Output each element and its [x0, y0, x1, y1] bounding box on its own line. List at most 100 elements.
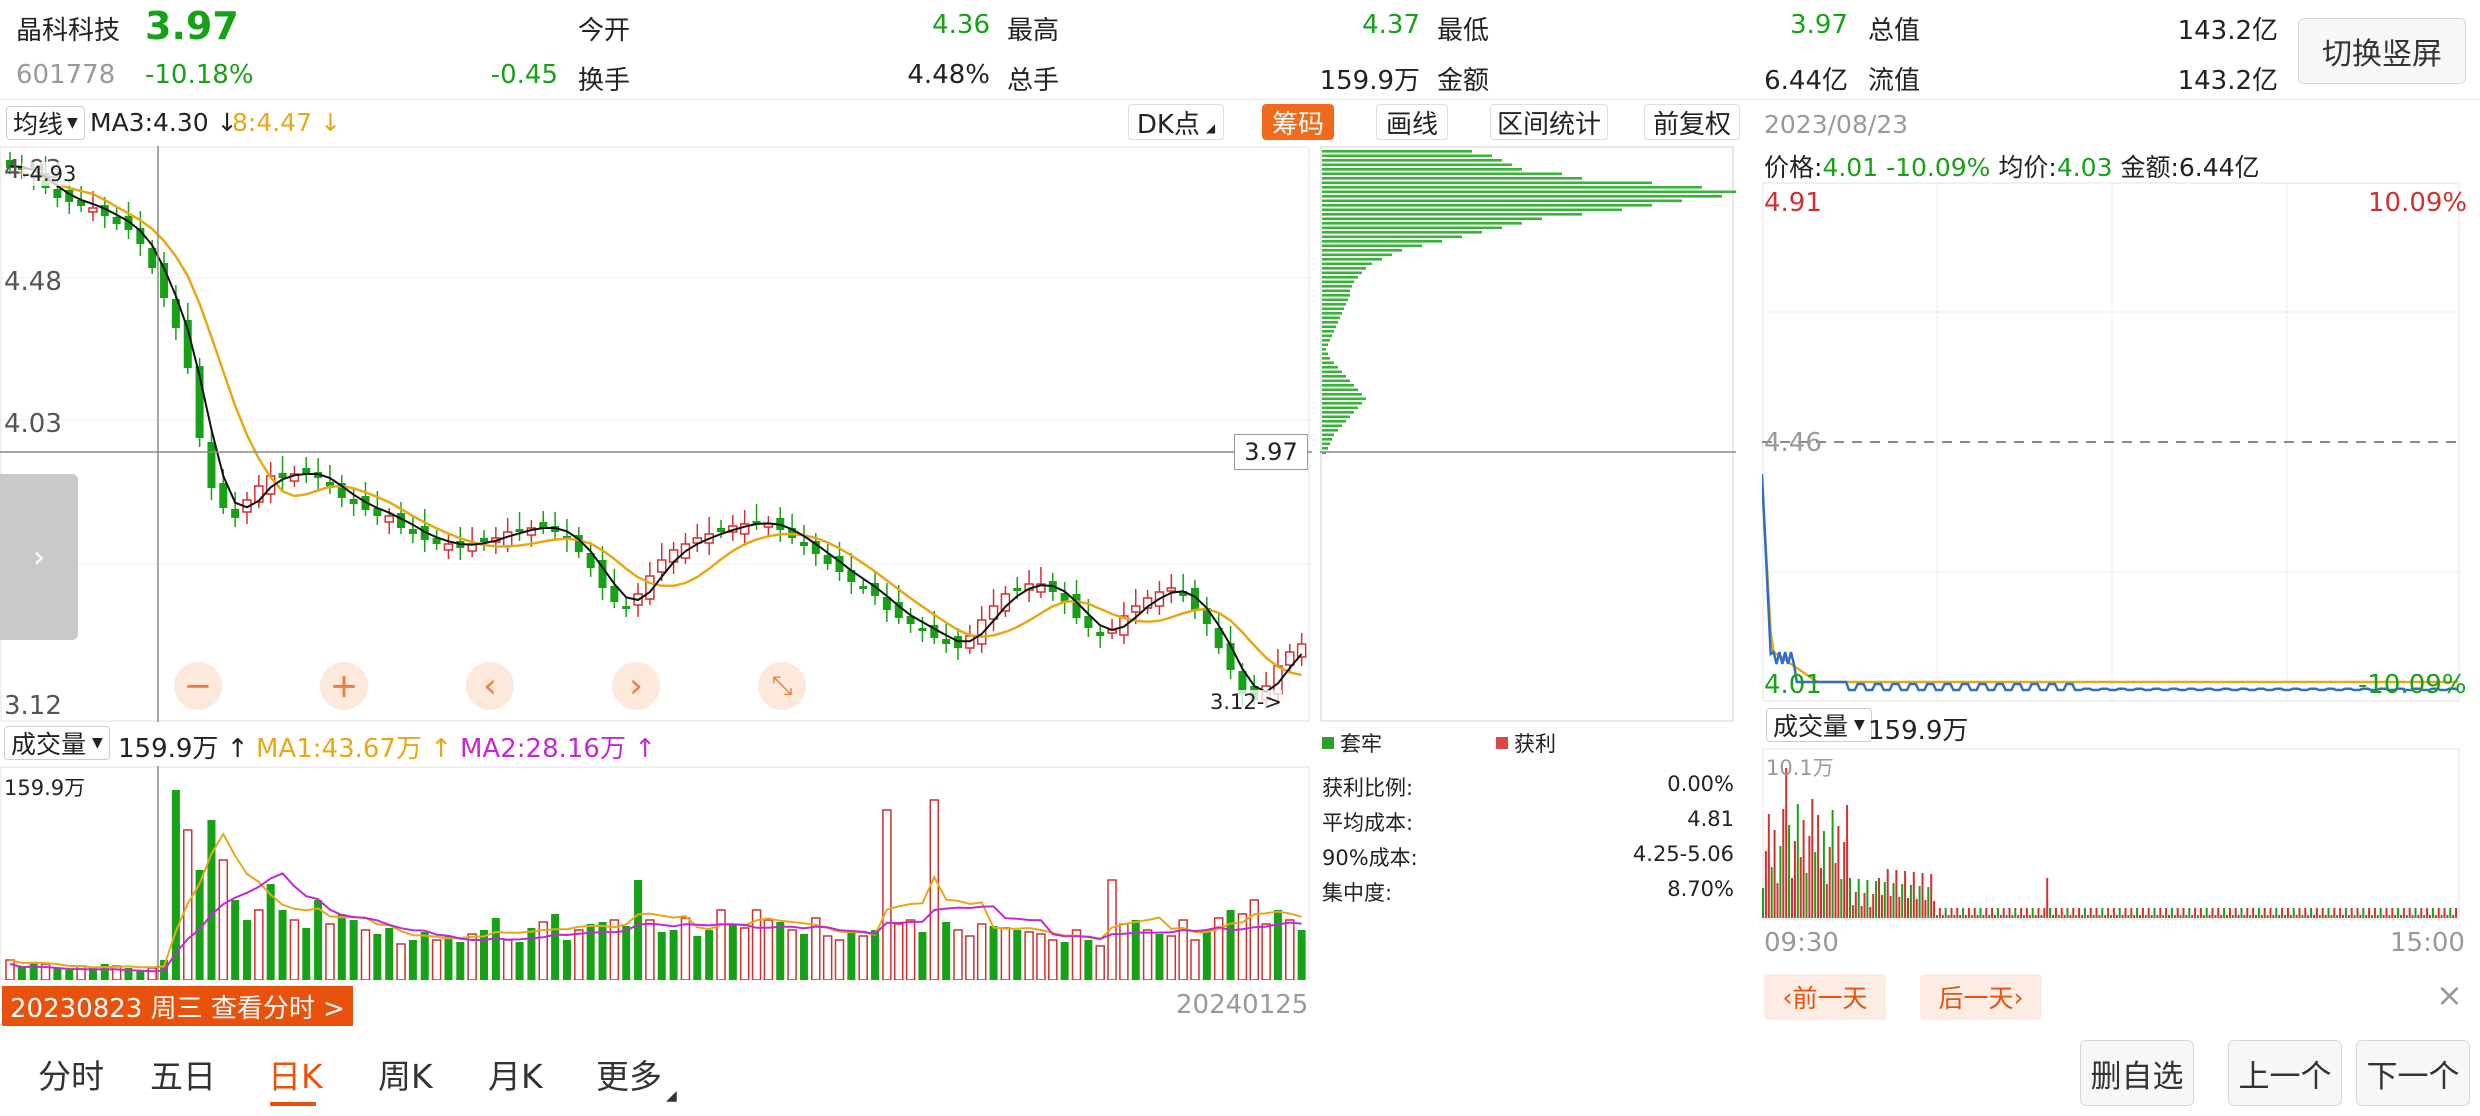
intraday-volume-bar	[2342, 915, 2344, 918]
chip-bar	[1322, 298, 1348, 302]
tab-five-day[interactable]: 五日	[150, 1050, 216, 1098]
quote-label: 今开	[578, 16, 631, 46]
volume-bars	[5, 790, 1306, 980]
crosshair-price-label: 3.97	[1234, 434, 1308, 470]
intraday-volume-bar	[2023, 915, 2025, 918]
volume-bar-up	[894, 923, 904, 980]
intraday-volume-bar	[2429, 915, 2431, 918]
intraday-volume-bar	[2266, 915, 2269, 918]
chip-bar	[1322, 375, 1346, 378]
chip-bar	[1322, 316, 1340, 320]
low-price-marker: 3.12->	[1210, 690, 1282, 714]
expand-panel-handle[interactable]: ›	[0, 474, 78, 640]
chip-button[interactable]: 筹码	[1262, 104, 1334, 140]
intraday-volume-bar	[1976, 915, 1979, 918]
adjust-button[interactable]: 前复权	[1644, 104, 1740, 140]
intraday-volume-bar	[2307, 915, 2310, 918]
volume-bar-up	[289, 919, 300, 980]
volume-bar-down	[491, 918, 500, 980]
minus-icon: −	[183, 666, 213, 706]
avg-price-line	[1762, 481, 2458, 684]
tab-weekly-k[interactable]: 周K	[378, 1050, 433, 1098]
price-change: -0.45	[490, 60, 558, 90]
remove-watchlist-button[interactable]: 删自选	[2080, 1040, 2194, 1106]
zoom-out-button[interactable]: −	[174, 662, 222, 710]
switch-portrait-button[interactable]: 切换竖屏	[2298, 18, 2466, 84]
view-intraday-link[interactable]: 20230823 周三 查看分时 >	[2, 986, 353, 1026]
candle-body-up	[502, 531, 513, 547]
tab-monthly-k[interactable]: 月K	[488, 1050, 543, 1098]
intraday-volume-bar	[2170, 908, 2173, 918]
tab-more[interactable]: 更多	[596, 1050, 662, 1098]
intraday-volume-bar	[2017, 915, 2020, 918]
reset-zoom-button[interactable]: ⤡	[758, 662, 806, 710]
intraday-volume-bar	[2255, 915, 2257, 918]
intraday-volume-bar	[2217, 908, 2220, 918]
volume-bar-down	[776, 922, 785, 980]
zoom-in-button[interactable]: +	[320, 662, 368, 710]
previous-stock-button[interactable]: 上一个	[2228, 1040, 2342, 1106]
tab-intraday[interactable]: 分时	[38, 1050, 104, 1098]
high-mark-value: 4.93	[29, 162, 77, 186]
volume-bar-down	[278, 910, 287, 980]
intraday-volume-bar	[2237, 915, 2240, 918]
ma8-legend: 8:4.47 ↓	[232, 108, 341, 137]
intraday-volume-bar	[2257, 908, 2260, 918]
intraday-volume-bar	[1791, 878, 1793, 918]
intraday-volume-bar	[2397, 908, 2400, 918]
ma8-line	[9, 170, 1302, 677]
intraday-volume-bar	[1776, 883, 1779, 918]
volume-bar-up	[1237, 913, 1248, 980]
draw-line-button[interactable]: 画线	[1376, 104, 1448, 140]
tab-daily-k[interactable]: 日K	[268, 1050, 323, 1098]
legend-swatch-green	[1322, 737, 1334, 749]
candle-body-up	[1000, 593, 1011, 612]
legend-profit: 获利	[1496, 728, 1556, 758]
chip-bar	[1322, 361, 1334, 365]
candle-body-down	[1096, 632, 1105, 636]
candle-body-down	[112, 217, 121, 224]
intraday-volume-bar	[1863, 893, 1866, 918]
intraday-volume-bar	[1866, 880, 1869, 918]
intraday-volume-bar	[2423, 915, 2426, 918]
intraday-volume-bar	[2107, 908, 2110, 918]
intraday-volume-bar	[1988, 915, 1991, 918]
volume-bar-down	[349, 920, 358, 980]
stock-name: 晶科科技	[16, 16, 121, 46]
intraday-volume-bar	[1947, 915, 1950, 918]
kline-chart[interactable]: 4.934.484.033.573.12	[0, 146, 1312, 722]
volume-bar-down	[408, 940, 417, 980]
intraday-volume-bar	[2104, 915, 2107, 918]
intraday-volume-bar	[2005, 915, 2008, 918]
chip-bar	[1322, 442, 1330, 446]
intraday-volume-bar	[2031, 908, 2034, 918]
pan-right-button[interactable]: ›	[612, 662, 660, 710]
pan-left-button[interactable]: ‹	[466, 662, 514, 710]
volume-bar-down	[444, 936, 453, 980]
volume-selector[interactable]: 成交量 ▼	[4, 726, 110, 760]
chip-bar	[1322, 222, 1522, 225]
chevron-right-icon: ›	[629, 666, 643, 706]
prev-day-button[interactable]: ‹ 前一天	[1764, 974, 1886, 1020]
next-day-button[interactable]: 后一天 ›	[1920, 974, 2042, 1020]
range-stats-button[interactable]: 区间统计	[1490, 104, 1608, 140]
dk-point-button[interactable]: DK点 ◢	[1128, 104, 1224, 140]
intraday-volume-bar	[2182, 908, 2185, 918]
ma-selector[interactable]: 均线 ▼	[6, 106, 85, 140]
intraday-volume-bar	[2431, 908, 2434, 918]
chip-bar	[1322, 384, 1354, 387]
intraday-volume-axis: 10.1万	[1766, 756, 1834, 780]
volume-bar-down	[515, 942, 524, 980]
close-icon[interactable]: ×	[2436, 976, 2463, 1014]
intraday-volume-bar	[2315, 908, 2318, 918]
intraday-volume-selector[interactable]: 成交量 ▼	[1766, 708, 1872, 742]
intraday-volume-bar	[2092, 915, 2095, 918]
volume-ma1: MA1:43.67万 ↑	[256, 734, 453, 764]
next-stock-button[interactable]: 下一个	[2356, 1040, 2470, 1106]
volume-bar-up	[1024, 931, 1034, 980]
volume-bar-up	[5, 959, 15, 980]
chip-bar	[1322, 258, 1382, 261]
intraday-volume-bar	[1825, 884, 1828, 918]
intraday-volume-bar	[1764, 851, 1767, 918]
intraday-volume-bar	[1880, 895, 1883, 918]
